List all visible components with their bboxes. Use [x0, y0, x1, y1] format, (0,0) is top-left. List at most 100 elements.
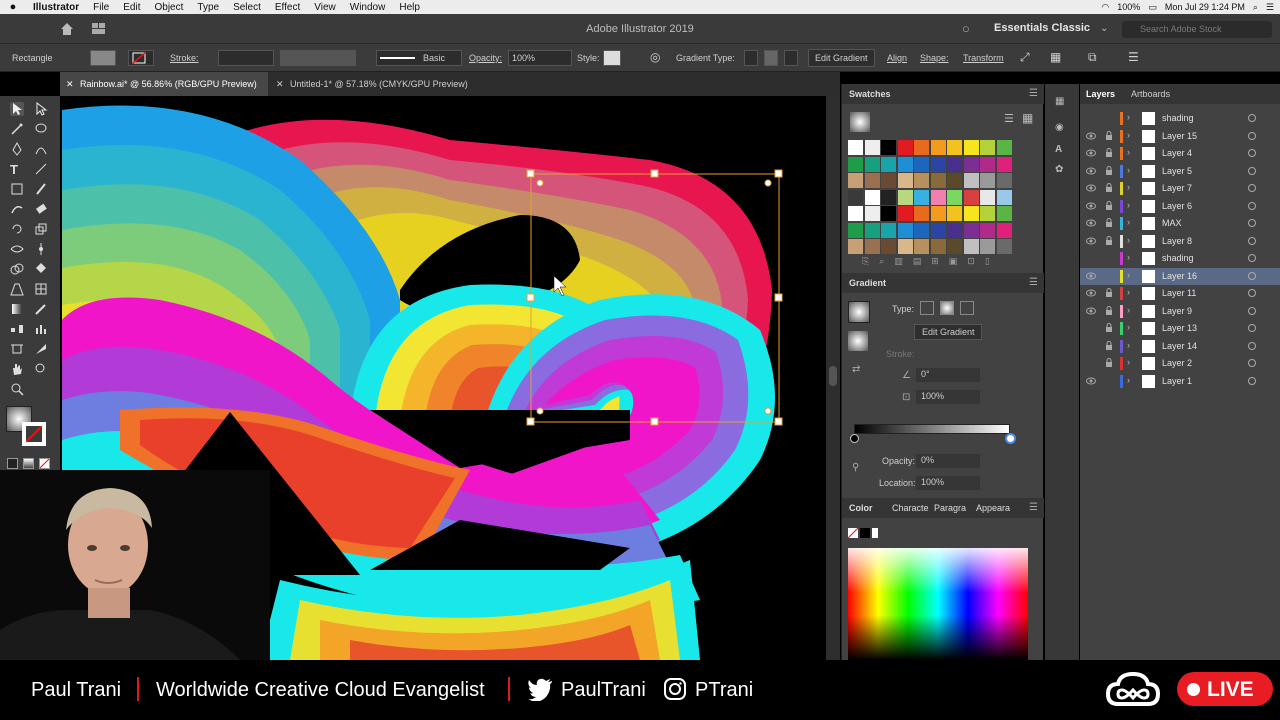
opacity-label[interactable]: Opacity: [469, 53, 502, 63]
gradient-angle-input[interactable]: 0° [916, 368, 980, 382]
battery-icon[interactable]: ▭ [1148, 2, 1157, 13]
expand-arrow-icon[interactable]: › [1127, 235, 1130, 245]
layer-row[interactable]: › Layer 16 [1080, 267, 1280, 285]
canvas-vertical-scrollbar[interactable] [826, 96, 840, 660]
expand-arrow-icon[interactable]: › [1127, 340, 1130, 350]
menu-help[interactable]: Help [392, 2, 427, 13]
target-circle-icon[interactable] [1248, 114, 1256, 122]
swatch-cell[interactable] [914, 239, 929, 254]
apple-icon[interactable]: ● [0, 1, 26, 13]
tab-appearance[interactable]: Appeara [976, 503, 1010, 513]
layer-name[interactable]: Layer 4 [1162, 148, 1192, 158]
swatch-cell[interactable] [930, 140, 946, 155]
layer-row[interactable]: › Layer 8 [1080, 233, 1280, 251]
swatch-cell[interactable] [864, 222, 880, 238]
transform-link[interactable]: Transform [963, 53, 1004, 63]
lock-icon[interactable] [1105, 358, 1113, 367]
swatch-cell[interactable] [864, 156, 880, 172]
layer-name[interactable]: Layer 11 [1162, 288, 1196, 298]
none-mode-icon[interactable] [39, 458, 50, 469]
expand-arrow-icon[interactable]: › [1127, 252, 1130, 262]
menu-window[interactable]: Window [343, 2, 393, 13]
eye-icon[interactable] [1086, 132, 1096, 140]
stock-search-input[interactable]: Search Adobe Stock [1122, 21, 1272, 38]
color-mode-icon[interactable] [7, 458, 18, 469]
layer-row[interactable]: › Layer 2 [1080, 355, 1280, 373]
layer-row[interactable]: › Layer 1 [1080, 373, 1280, 391]
layer-name[interactable]: Layer 2 [1162, 358, 1192, 368]
notification-icon[interactable]: ☰ [1266, 2, 1274, 13]
expand-arrow-icon[interactable]: › [1127, 322, 1130, 332]
layer-name[interactable]: Layer 15 [1162, 131, 1197, 141]
gradient-opacity-input[interactable]: 0% [916, 454, 980, 468]
swatch-cell[interactable] [947, 140, 962, 155]
swatch-cell[interactable] [947, 189, 962, 205]
arrange-icon[interactable]: ⧉ [1088, 50, 1097, 65]
appearance-icon[interactable]: ◉ [1055, 122, 1064, 133]
target-circle-icon[interactable] [1248, 359, 1256, 367]
lock-icon[interactable] [1105, 288, 1113, 297]
selection-tool-icon[interactable] [10, 102, 24, 116]
target-circle-icon[interactable] [1248, 131, 1256, 140]
spotlight-icon[interactable]: ⌕ [1253, 2, 1258, 13]
gradient-stop-right[interactable] [1005, 433, 1016, 444]
mesh-tool-icon[interactable] [34, 282, 48, 296]
swatch-actions-bar[interactable]: ⎘⌕▥▤⊞▣⊡▯ [862, 256, 1032, 266]
layer-row[interactable]: › Layer 6 [1080, 198, 1280, 216]
stroke-none-swatch[interactable] [22, 422, 46, 446]
eye-icon[interactable] [1086, 202, 1096, 210]
expand-arrow-icon[interactable]: › [1127, 130, 1130, 140]
lock-icon[interactable] [1105, 305, 1113, 315]
gradient-tool-icon[interactable] [10, 302, 24, 316]
lock-icon[interactable] [1105, 130, 1113, 140]
lock-icon[interactable] [1105, 148, 1113, 157]
gradient-stop-left[interactable] [850, 434, 859, 443]
type-tool-icon[interactable]: T [10, 162, 24, 177]
lock-icon[interactable] [1105, 165, 1113, 175]
shape-link[interactable]: Shape: [920, 53, 949, 63]
blend-tool-icon[interactable] [10, 322, 24, 336]
swatch-cell[interactable] [914, 206, 929, 221]
menu-file[interactable]: File [86, 2, 116, 13]
swatch-cell[interactable] [897, 173, 913, 188]
edit-gradient-button[interactable]: Edit Gradient [914, 324, 982, 340]
expand-arrow-icon[interactable]: › [1127, 375, 1130, 385]
target-circle-icon[interactable] [1248, 271, 1256, 280]
opacity-input[interactable]: 100% [508, 50, 572, 66]
swatch-cell[interactable] [897, 206, 913, 221]
swatch-cell[interactable] [897, 239, 913, 254]
target-circle-icon[interactable] [1248, 184, 1256, 192]
swatch-cell[interactable] [930, 189, 946, 205]
properties-icon[interactable]: ▦ [1055, 96, 1064, 107]
menubar-clock[interactable]: Mon Jul 29 1:24 PM [1165, 2, 1245, 12]
eye-icon[interactable] [1086, 114, 1096, 122]
panel-menu-icon[interactable]: ☰ [1029, 277, 1038, 288]
swatch-cell[interactable] [980, 173, 995, 188]
lasso-tool-icon[interactable] [34, 122, 48, 136]
grid-icon[interactable]: ▦ [1050, 50, 1061, 64]
expand-arrow-icon[interactable]: › [1127, 287, 1130, 297]
swatch-cell[interactable] [914, 222, 929, 238]
target-circle-icon[interactable] [1248, 254, 1256, 262]
grid-view-icon[interactable]: ▦ [1022, 111, 1033, 125]
swatch-cell[interactable] [848, 189, 863, 205]
lock-icon[interactable] [1105, 113, 1113, 122]
align-link[interactable]: Align [887, 53, 907, 63]
swatch-cell[interactable] [963, 173, 979, 188]
artboard-tool-icon[interactable] [10, 342, 24, 356]
lock-icon[interactable] [1105, 218, 1113, 227]
linear-gradient-icon[interactable] [920, 301, 934, 315]
tab-rainbow[interactable]: ✕ Rainbow.ai* @ 56.86% (RGB/GPU Preview) [60, 72, 268, 96]
swatch-cell[interactable] [848, 222, 863, 238]
layer-name[interactable]: Layer 7 [1162, 183, 1192, 193]
layer-name[interactable]: Layer 1 [1162, 376, 1192, 386]
eye-icon[interactable] [1086, 184, 1096, 192]
eraser-tool-icon[interactable] [34, 202, 48, 216]
layer-row[interactable]: › Layer 7 [1080, 180, 1280, 198]
swatch-cell[interactable] [881, 222, 896, 238]
eye-icon[interactable] [1086, 237, 1096, 245]
layer-name[interactable]: shading [1162, 253, 1194, 263]
rotate-tool-icon[interactable] [10, 222, 24, 236]
swatch-cell[interactable] [947, 156, 962, 172]
swatch-cell[interactable] [881, 206, 896, 221]
